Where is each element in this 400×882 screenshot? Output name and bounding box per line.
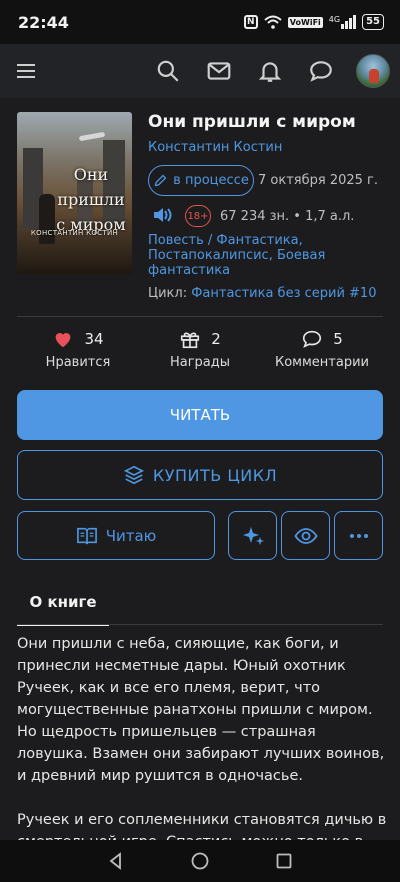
likes-label: Нравится (45, 355, 111, 370)
sparkle-button[interactable] (228, 511, 277, 560)
book-cover[interactable]: Они пришли с миром КОНСТАНТИН КОСТИН (17, 112, 132, 274)
eye-icon (293, 527, 318, 544)
gift-icon (181, 332, 200, 349)
divider (17, 316, 383, 317)
wifi-icon (264, 15, 282, 29)
cycle-info: Цикл: Фантастика без серий #10 (148, 286, 376, 301)
sparkle-icon (242, 526, 264, 545)
read-button[interactable]: ЧИТАТЬ (17, 390, 383, 440)
likes-count: 34 (84, 330, 104, 348)
more-button[interactable] (334, 511, 383, 560)
likes-stat[interactable]: 34 Нравится (18, 327, 138, 370)
buy-cycle-label: КУПИТЬ ЦИКЛ (152, 465, 278, 485)
comments-count: 5 (333, 330, 343, 348)
bell-icon[interactable] (257, 58, 283, 84)
buy-cycle-button[interactable]: КУПИТЬ ЦИКЛ (17, 450, 383, 500)
book-title: Они пришли с миром (148, 112, 356, 132)
awards-count: 2 (211, 330, 221, 348)
spaceship-graphic (78, 131, 106, 142)
heart-icon (56, 333, 71, 348)
status-bar: 22:44 N VoWiFi 4G 55 (0, 0, 400, 44)
avatar[interactable] (356, 54, 390, 88)
cycle-link[interactable]: Фантастика без серий #10 (191, 286, 376, 301)
description-paragraph: Они пришли с неба, сияющие, как боги, и … (17, 636, 385, 784)
back-icon[interactable] (106, 851, 126, 871)
status-label: в процессе (173, 173, 249, 188)
menu-icon[interactable] (14, 59, 38, 83)
book-description: Они пришли с неба, сияющие, как боги, и … (17, 633, 387, 875)
more-dots-icon (349, 533, 368, 538)
cover-title: Они пришли с миром (56, 165, 126, 234)
status-badge[interactable]: в процессе (148, 165, 254, 196)
battery-icon: 55 (362, 14, 384, 30)
cover-author: КОНСТАНТИН КОСТИН (30, 229, 119, 237)
watch-button[interactable] (281, 511, 330, 560)
vowifi-badge: VoWiFi (287, 16, 323, 28)
open-book-icon (76, 527, 97, 544)
home-icon[interactable] (190, 851, 210, 871)
signal-icon: 4G (329, 15, 357, 29)
nfc-icon: N (243, 15, 258, 29)
genres-link[interactable]: Повесть / Фантастика, Постапокалипсис, Б… (148, 233, 388, 278)
tab-about[interactable]: О книге (17, 588, 109, 626)
system-nav-bar (0, 840, 400, 882)
comments-label: Комментарии (275, 355, 369, 370)
audio-icon[interactable] (152, 206, 172, 224)
reading-status-label: Читаю (105, 526, 157, 545)
comments-stat[interactable]: 5 Комментарии (262, 327, 382, 370)
awards-label: Награды (169, 355, 231, 370)
tab-divider (17, 624, 383, 625)
search-icon[interactable] (155, 58, 181, 84)
recents-icon[interactable] (274, 851, 294, 871)
pencil-icon (154, 174, 167, 187)
chat-icon[interactable] (308, 58, 334, 84)
author-link[interactable]: Константин Костин (148, 140, 282, 155)
status-time: 22:44 (18, 12, 69, 32)
cycle-label: Цикл: (148, 286, 188, 301)
age-rating-badge: 18+ (185, 205, 211, 227)
mail-icon[interactable] (206, 58, 232, 84)
stack-icon (123, 465, 144, 485)
awards-stat[interactable]: 2 Награды (140, 327, 260, 370)
status-icons: N VoWiFi 4G 55 (243, 14, 384, 30)
app-bar (0, 44, 400, 98)
comment-icon (303, 330, 322, 348)
publish-date: 7 октября 2025 г. (258, 173, 379, 188)
reading-status-button[interactable]: Читаю (17, 511, 215, 560)
book-size: 67 234 зн. • 1,7 а.л. (220, 209, 355, 224)
